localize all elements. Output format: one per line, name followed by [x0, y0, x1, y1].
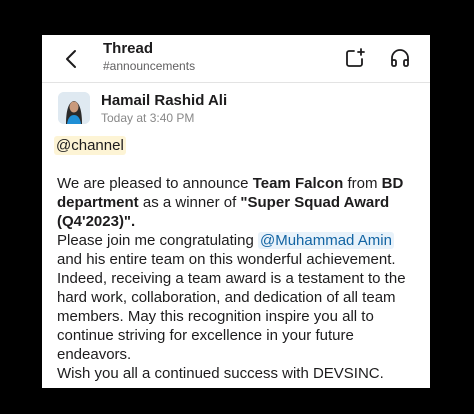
thread-screen: Thread #announcements Hamail Rashid Ali …: [42, 35, 430, 388]
paragraph-announcement: We are pleased to announce Team Falcon f…: [57, 175, 404, 230]
page-title: Thread: [103, 40, 154, 57]
back-chevron-icon[interactable]: [60, 46, 84, 72]
avatar-image: [58, 92, 90, 124]
new-message-icon[interactable]: [344, 47, 366, 69]
paragraph-congratulations: Please join me congratulating @Muhammad …: [57, 232, 406, 363]
channel-name[interactable]: #announcements: [103, 59, 195, 73]
avatar[interactable]: [58, 92, 90, 124]
message-body: We are pleased to announce Team Falcon f…: [57, 174, 419, 383]
author-name[interactable]: Hamail Rashid Ali: [101, 92, 227, 109]
headphones-icon[interactable]: [389, 47, 411, 69]
paragraph-closing: Wish you all a continued success with DE…: [57, 365, 384, 382]
thread-header: Thread #announcements: [42, 35, 430, 83]
channel-mention[interactable]: @channel: [54, 136, 126, 155]
user-mention[interactable]: @Muhammad Amin: [257, 232, 394, 249]
team-name: Team Falcon: [252, 175, 344, 192]
message-timestamp: Today at 3:40 PM: [101, 111, 195, 125]
